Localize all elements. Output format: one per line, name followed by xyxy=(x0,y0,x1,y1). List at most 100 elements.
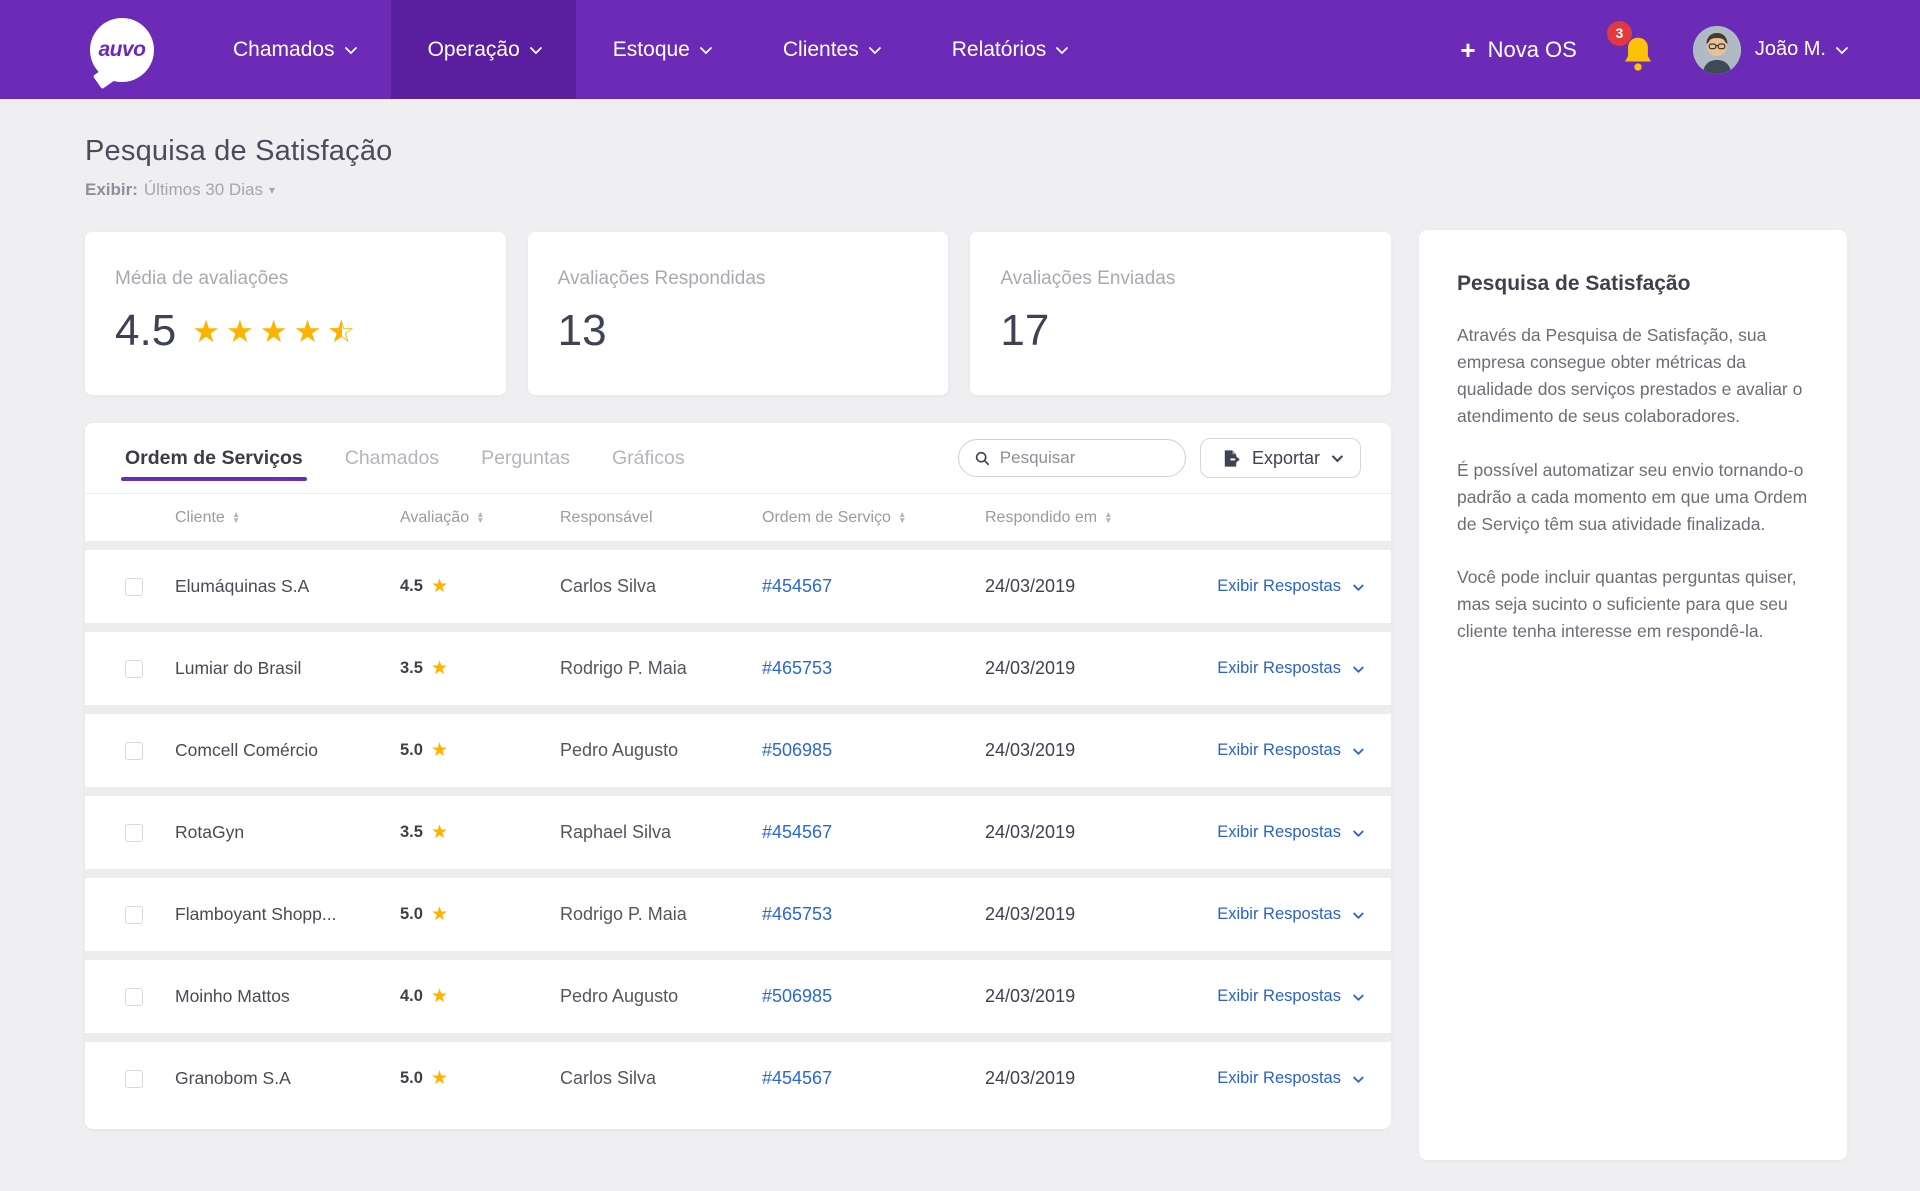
order-link[interactable]: #465753 xyxy=(762,658,832,678)
nav-item-relatorios[interactable]: Relatórios xyxy=(915,0,1103,99)
show-answers-link[interactable]: Exibir Respostas xyxy=(1217,905,1361,924)
rating-cell: 5.0★ xyxy=(400,903,560,926)
rating-cell: 5.0★ xyxy=(400,739,560,762)
show-answers-link[interactable]: Exibir Respostas xyxy=(1217,1069,1361,1088)
order-link[interactable]: #506985 xyxy=(762,740,832,760)
column-header-responsavel: Responsável xyxy=(560,509,762,527)
table-row: RotaGyn 3.5★ Raphael Silva #454567 24/03… xyxy=(85,787,1391,869)
row-checkbox[interactable] xyxy=(125,742,143,760)
column-header-ordem[interactable]: Ordem de Serviço ▲▼ xyxy=(762,509,985,527)
order-link[interactable]: #454567 xyxy=(762,576,832,596)
date-range-filter[interactable]: Exibir: Últimos 30 Dias ▾ xyxy=(85,180,1391,200)
rating-cell: 3.5★ xyxy=(400,821,560,844)
responsible-name: Rodrigo P. Maia xyxy=(560,658,762,679)
order-link-cell: #465753 xyxy=(762,658,985,679)
nav-item-chamados[interactable]: Chamados xyxy=(196,0,391,99)
tab-ordem-de-servicos[interactable]: Ordem de Serviços xyxy=(125,423,303,493)
table-header-row: Cliente ▲▼ Avaliação ▲▼ Responsável Orde… xyxy=(85,493,1391,541)
order-link-cell: #506985 xyxy=(762,740,985,761)
show-answers-link[interactable]: Exibir Respostas xyxy=(1217,987,1361,1006)
row-checkbox[interactable] xyxy=(125,824,143,842)
stat-card-average-rating: Média de avaliações 4.5 ★ ★ ★ ★ ☆★ xyxy=(85,232,506,395)
responsible-name: Carlos Silva xyxy=(560,576,762,597)
order-link[interactable]: #506985 xyxy=(762,986,832,1006)
table-row: Lumiar do Brasil 3.5★ Rodrigo P. Maia #4… xyxy=(85,623,1391,705)
export-button[interactable]: Exportar xyxy=(1200,438,1361,478)
search-input[interactable] xyxy=(1000,448,1169,468)
row-checkbox[interactable] xyxy=(125,1070,143,1088)
chevron-down-icon xyxy=(1353,1071,1364,1082)
column-header-avaliacao[interactable]: Avaliação ▲▼ xyxy=(400,509,560,527)
stat-label: Média de avaliações xyxy=(115,268,476,290)
nav-item-label: Operação xyxy=(428,38,520,62)
show-answers-link[interactable]: Exibir Respostas xyxy=(1217,577,1361,596)
chevron-down-icon xyxy=(1836,42,1849,55)
tab-perguntas[interactable]: Perguntas xyxy=(481,423,570,493)
row-checkbox[interactable] xyxy=(125,660,143,678)
responded-date: 24/03/2019 xyxy=(985,1068,1161,1089)
export-label: Exportar xyxy=(1252,448,1320,469)
order-link[interactable]: #454567 xyxy=(762,1068,832,1088)
row-checkbox[interactable] xyxy=(125,578,143,596)
tab-graficos[interactable]: Gráficos xyxy=(612,423,685,493)
export-file-icon xyxy=(1221,449,1240,468)
chevron-down-icon xyxy=(868,42,881,55)
chevron-down-icon xyxy=(1056,42,1069,55)
responded-date: 24/03/2019 xyxy=(985,822,1161,843)
user-avatar xyxy=(1693,26,1741,74)
client-name: Flamboyant Shopp... xyxy=(175,904,400,925)
sort-icon[interactable]: ▲▼ xyxy=(1104,512,1112,523)
row-checkbox[interactable] xyxy=(125,906,143,924)
order-link-cell: #454567 xyxy=(762,822,985,843)
notifications-button[interactable]: 3 xyxy=(1615,27,1655,73)
client-name: Lumiar do Brasil xyxy=(175,658,400,679)
chevron-down-icon xyxy=(1353,661,1364,672)
stat-cards-row: Média de avaliações 4.5 ★ ★ ★ ★ ☆★ Avali… xyxy=(85,232,1391,395)
star-icon: ★ xyxy=(192,316,220,347)
row-checkbox[interactable] xyxy=(125,988,143,1006)
star-icon: ★ xyxy=(431,575,448,598)
rating-cell: 4.5★ xyxy=(400,575,560,598)
sort-icon[interactable]: ▲▼ xyxy=(476,512,484,523)
user-menu[interactable]: João M. xyxy=(1693,26,1845,74)
sort-icon[interactable]: ▲▼ xyxy=(232,512,240,523)
sort-icon[interactable]: ▲▼ xyxy=(898,512,906,523)
nav-item-clientes[interactable]: Clientes xyxy=(746,0,915,99)
column-header-respondido[interactable]: Respondido em ▲▼ xyxy=(985,509,1161,527)
table-row: Granobom S.A 5.0★ Carlos Silva #454567 2… xyxy=(85,1033,1391,1115)
order-link-cell: #454567 xyxy=(762,1068,985,1089)
star-icon: ★ xyxy=(431,739,448,762)
nav-item-operacao[interactable]: Operação xyxy=(391,0,576,99)
client-name: Comcell Comércio xyxy=(175,740,400,761)
tab-chamados[interactable]: Chamados xyxy=(345,423,439,493)
chevron-down-icon xyxy=(344,42,357,55)
show-answers-link[interactable]: Exibir Respostas xyxy=(1217,741,1361,760)
nav-item-estoque[interactable]: Estoque xyxy=(576,0,746,99)
order-link-cell: #465753 xyxy=(762,904,985,925)
chevron-down-icon xyxy=(699,42,712,55)
nav-item-label: Relatórios xyxy=(952,38,1047,62)
order-link[interactable]: #454567 xyxy=(762,822,832,842)
star-icon: ★ xyxy=(431,985,448,1008)
responded-date: 24/03/2019 xyxy=(985,576,1161,597)
nova-os-button[interactable]: + Nova OS xyxy=(1460,37,1576,63)
star-icon: ★ xyxy=(431,1067,448,1090)
nav-item-label: Chamados xyxy=(233,38,335,62)
rating-cell: 3.5★ xyxy=(400,657,560,680)
order-link[interactable]: #465753 xyxy=(762,904,832,924)
column-header-cliente[interactable]: Cliente ▲▼ xyxy=(175,509,400,527)
client-name: Moinho Mattos xyxy=(175,986,400,1007)
table-actions: Exportar xyxy=(958,438,1361,478)
stat-value: 17 xyxy=(1000,306,1049,356)
search-box[interactable] xyxy=(958,439,1186,477)
table-row: Elumáquinas S.A 4.5★ Carlos Silva #45456… xyxy=(85,541,1391,623)
chevron-down-icon xyxy=(529,42,542,55)
auvo-logo[interactable]: auvo xyxy=(90,18,154,82)
user-name-label: João M. xyxy=(1755,38,1826,61)
show-answers-link[interactable]: Exibir Respostas xyxy=(1217,659,1361,678)
info-panel-paragraph: Você pode incluir quantas perguntas quis… xyxy=(1457,564,1809,645)
navbar-right: + Nova OS 3 xyxy=(1460,26,1845,74)
order-link-cell: #454567 xyxy=(762,576,985,597)
nova-os-label: Nova OS xyxy=(1488,37,1577,63)
show-answers-link[interactable]: Exibir Respostas xyxy=(1217,823,1361,842)
